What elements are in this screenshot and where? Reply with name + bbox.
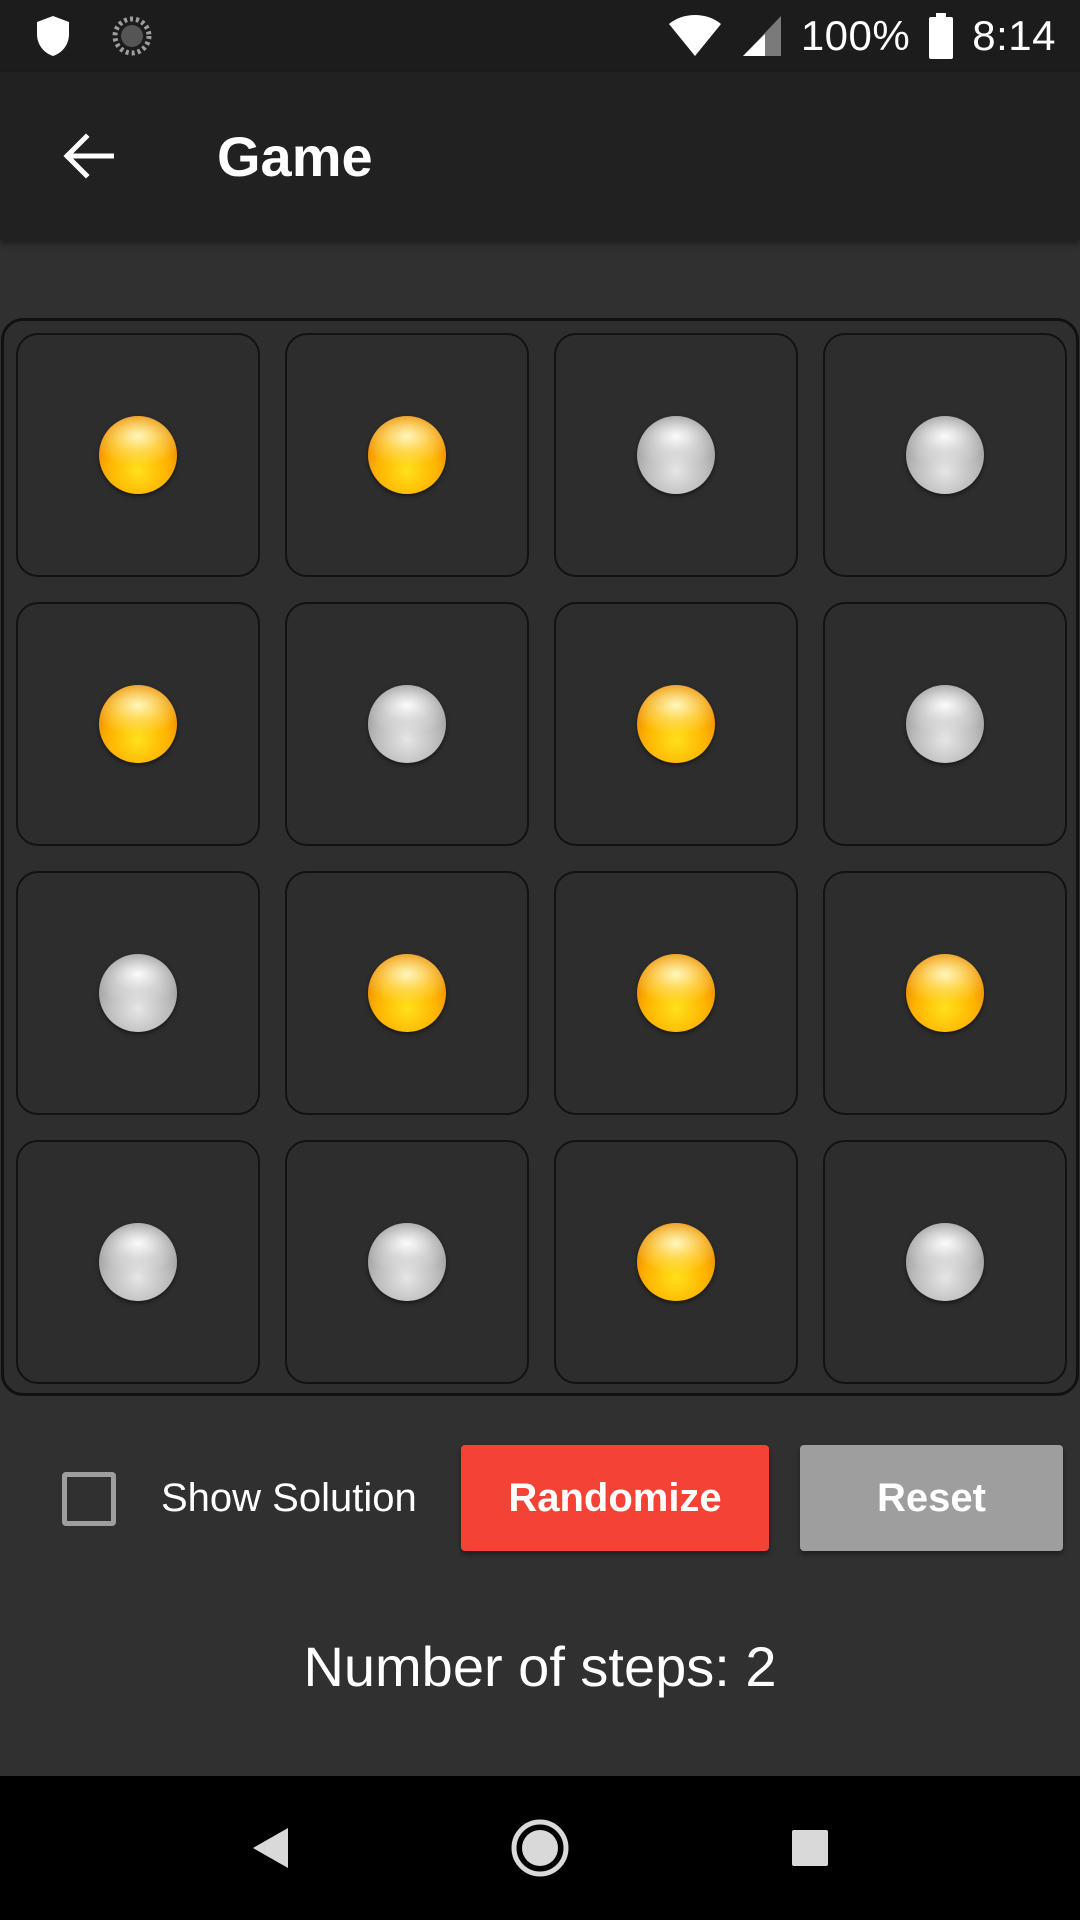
light-off-icon [637,416,715,494]
nav-recents-icon [790,1828,830,1868]
wifi-icon [667,14,723,58]
board-cell[interactable] [16,871,260,1115]
board-cell[interactable] [16,333,260,577]
sync-icon [110,14,154,58]
back-button[interactable] [40,108,136,204]
light-off-icon [99,954,177,1032]
light-on-icon [906,954,984,1032]
status-bar: 100% 8:14 [0,0,1080,72]
battery-percent: 100% [800,12,911,59]
steps-value: 2 [745,1635,777,1698]
light-on-icon [99,416,177,494]
light-off-icon [368,1223,446,1301]
light-on-icon [637,954,715,1032]
nav-recents-button[interactable] [778,1816,842,1880]
nav-home-icon [510,1818,570,1878]
board-cell[interactable] [285,1140,529,1384]
board-cell[interactable] [823,333,1067,577]
light-on-icon [99,685,177,763]
steps-label: Number of steps: [303,1635,730,1698]
board-cell[interactable] [285,333,529,577]
show-solution-label[interactable]: Show Solution [161,1476,417,1521]
arrow-back-icon [62,133,114,179]
nav-back-icon [250,1826,290,1870]
board-cell[interactable] [554,871,798,1115]
board-cell[interactable] [554,602,798,846]
nav-back-button[interactable] [238,1816,302,1880]
clock: 8:14 [972,12,1056,59]
system-nav-bar [0,1776,1080,1920]
board-cell[interactable] [823,1140,1067,1384]
board-cell[interactable] [16,1140,260,1384]
board-cell[interactable] [554,333,798,577]
show-solution-checkbox[interactable] [62,1472,116,1526]
steps-counter: Number of steps: 2 [0,1634,1080,1699]
light-on-icon [368,416,446,494]
page-title: Game [217,125,373,188]
board-cell[interactable] [285,871,529,1115]
board-cell[interactable] [823,871,1067,1115]
light-off-icon [99,1223,177,1301]
light-on-icon [637,1223,715,1301]
light-off-icon [906,1223,984,1301]
nav-home-button[interactable] [508,1816,572,1880]
light-off-icon [906,685,984,763]
reset-button[interactable]: Reset [800,1445,1063,1551]
battery-icon [928,13,954,59]
randomize-button[interactable]: Randomize [461,1445,769,1551]
board-cell[interactable] [823,602,1067,846]
light-on-icon [368,954,446,1032]
cell-signal-icon [741,14,783,58]
shield-icon [34,14,72,58]
board-cell[interactable] [554,1140,798,1384]
app-bar: Game [0,72,1080,240]
game-board [1,318,1079,1396]
light-on-icon [637,685,715,763]
board-cell[interactable] [16,602,260,846]
light-off-icon [368,685,446,763]
board-cell[interactable] [285,602,529,846]
light-off-icon [906,416,984,494]
